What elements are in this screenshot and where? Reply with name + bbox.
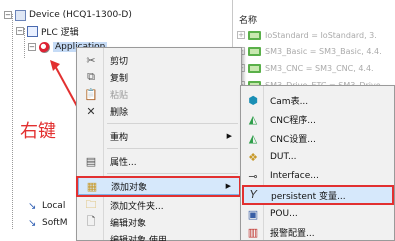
dut-icon: ❖ — [248, 150, 258, 164]
menu-item-copy[interactable]: ⧉ 复制 — [78, 68, 240, 86]
highlight-box — [76, 176, 241, 197]
collapse-icon[interactable]: − — [16, 27, 24, 35]
copy-icon: ⧉ — [87, 70, 95, 83]
menu-item-edit-object[interactable]: 🗋 编辑对象 — [78, 213, 240, 231]
menu-item-paste[interactable]: 📋 粘贴 — [78, 85, 240, 103]
application-icon — [39, 41, 50, 53]
library-icon — [248, 63, 261, 73]
submenu-item-cam-table[interactable]: ⬢ Cam表... — [242, 91, 393, 109]
tree-node-label: Local — [42, 201, 66, 211]
edit-icon: 🗋 — [86, 214, 96, 228]
tree-node-local[interactable]: ↘ Local — [28, 199, 65, 213]
menu-separator — [107, 123, 238, 124]
tree-node-softmotion[interactable]: ↘ SoftM — [28, 216, 68, 230]
menu-item-cut[interactable]: ✂ 剪切 — [78, 51, 240, 69]
submenu-item-alarm-config[interactable]: ▥ 报警配置... — [242, 223, 393, 241]
context-menu: ✂ 剪切 ⧉ 复制 📋 粘贴 ✕ 删除 重构 ▶ ▤ 属性... ▦ 添加对象 … — [76, 47, 242, 241]
library-row-label: IoStandard = IoStandard, 3. — [265, 30, 377, 40]
plc-logic-icon — [27, 25, 38, 37]
collapse-icon[interactable]: − — [28, 43, 36, 51]
name-column-header: 名称 — [239, 16, 258, 26]
menu-item-add-folder[interactable]: 🗀 添加文件夹... — [78, 196, 240, 214]
cnc-program-icon: ◭ — [248, 112, 258, 126]
folder-icon: 🗀 — [85, 197, 97, 211]
submenu-item-pou[interactable]: ▣ POU... — [242, 205, 393, 223]
menu-item-properties[interactable]: ▤ 属性... — [78, 152, 240, 170]
tree-node-plc[interactable]: − PLC 逻辑 — [16, 24, 79, 38]
submenu-arrow-icon: ▶ — [226, 132, 232, 140]
library-row-label: SM3_CNC = SM3_CNC, 4.4. — [265, 63, 374, 73]
tree-node-label: SoftM — [42, 218, 68, 228]
collapse-icon[interactable]: − — [4, 11, 12, 19]
menu-separator — [107, 148, 238, 149]
io-mapping-icon: ↘ — [28, 217, 37, 229]
library-row[interactable]: + IoStandard = IoStandard, 3. — [237, 28, 377, 42]
pou-icon: ▣ — [247, 207, 259, 221]
library-icon — [248, 46, 261, 56]
submenu-item-cnc-settings[interactable]: ◭ CNC设置... — [242, 129, 393, 147]
menu-item-delete[interactable]: ✕ 删除 — [78, 102, 240, 120]
submenu-item-interface[interactable]: ⊸ Interface... — [242, 167, 393, 185]
tree-node-device[interactable]: − Device (HCQ1-1300-D) — [4, 8, 132, 22]
menu-separator — [107, 173, 238, 174]
library-row[interactable]: + SM3_CNC = SM3_CNC, 4.4. — [237, 61, 374, 75]
menu-item-edit-object-with[interactable]: 编辑对象,使用... — [78, 230, 240, 241]
alarm-config-icon: ▥ — [247, 225, 259, 239]
tree-node-label: Device (HCQ1-1300-D) — [29, 10, 132, 20]
library-row[interactable]: + SM3_Basic = SM3_Basic, 4.4. — [237, 44, 382, 58]
tree-guide-line — [12, 14, 13, 229]
library-row-label: SM3_Basic = SM3_Basic, 4.4. — [265, 46, 382, 56]
add-object-submenu: ⬢ Cam表... ◭ CNC程序... ◭ CNC设置... ❖ DUT...… — [240, 85, 395, 241]
submenu-item-dut[interactable]: ❖ DUT... — [242, 148, 393, 166]
properties-icon: ▤ — [85, 154, 97, 168]
cnc-settings-icon: ◭ — [248, 131, 258, 145]
menu-item-refactor[interactable]: 重构 ▶ — [78, 127, 240, 145]
cam-table-icon: ⬢ — [248, 93, 258, 107]
interface-icon: ⊸ — [248, 169, 258, 183]
highlight-box — [242, 185, 394, 205]
scissors-icon: ✂ — [86, 53, 96, 67]
delete-icon: ✕ — [86, 104, 96, 118]
submenu-item-cnc-program[interactable]: ◭ CNC程序... — [242, 110, 393, 128]
paste-icon: 📋 — [84, 87, 98, 101]
library-icon — [248, 30, 261, 40]
expand-icon[interactable]: + — [237, 31, 245, 39]
tree-node-label: PLC 逻辑 — [41, 27, 79, 38]
right-click-annotation: 右键 — [20, 121, 56, 142]
io-mapping-icon: ↘ — [28, 200, 37, 212]
device-icon — [15, 9, 26, 21]
